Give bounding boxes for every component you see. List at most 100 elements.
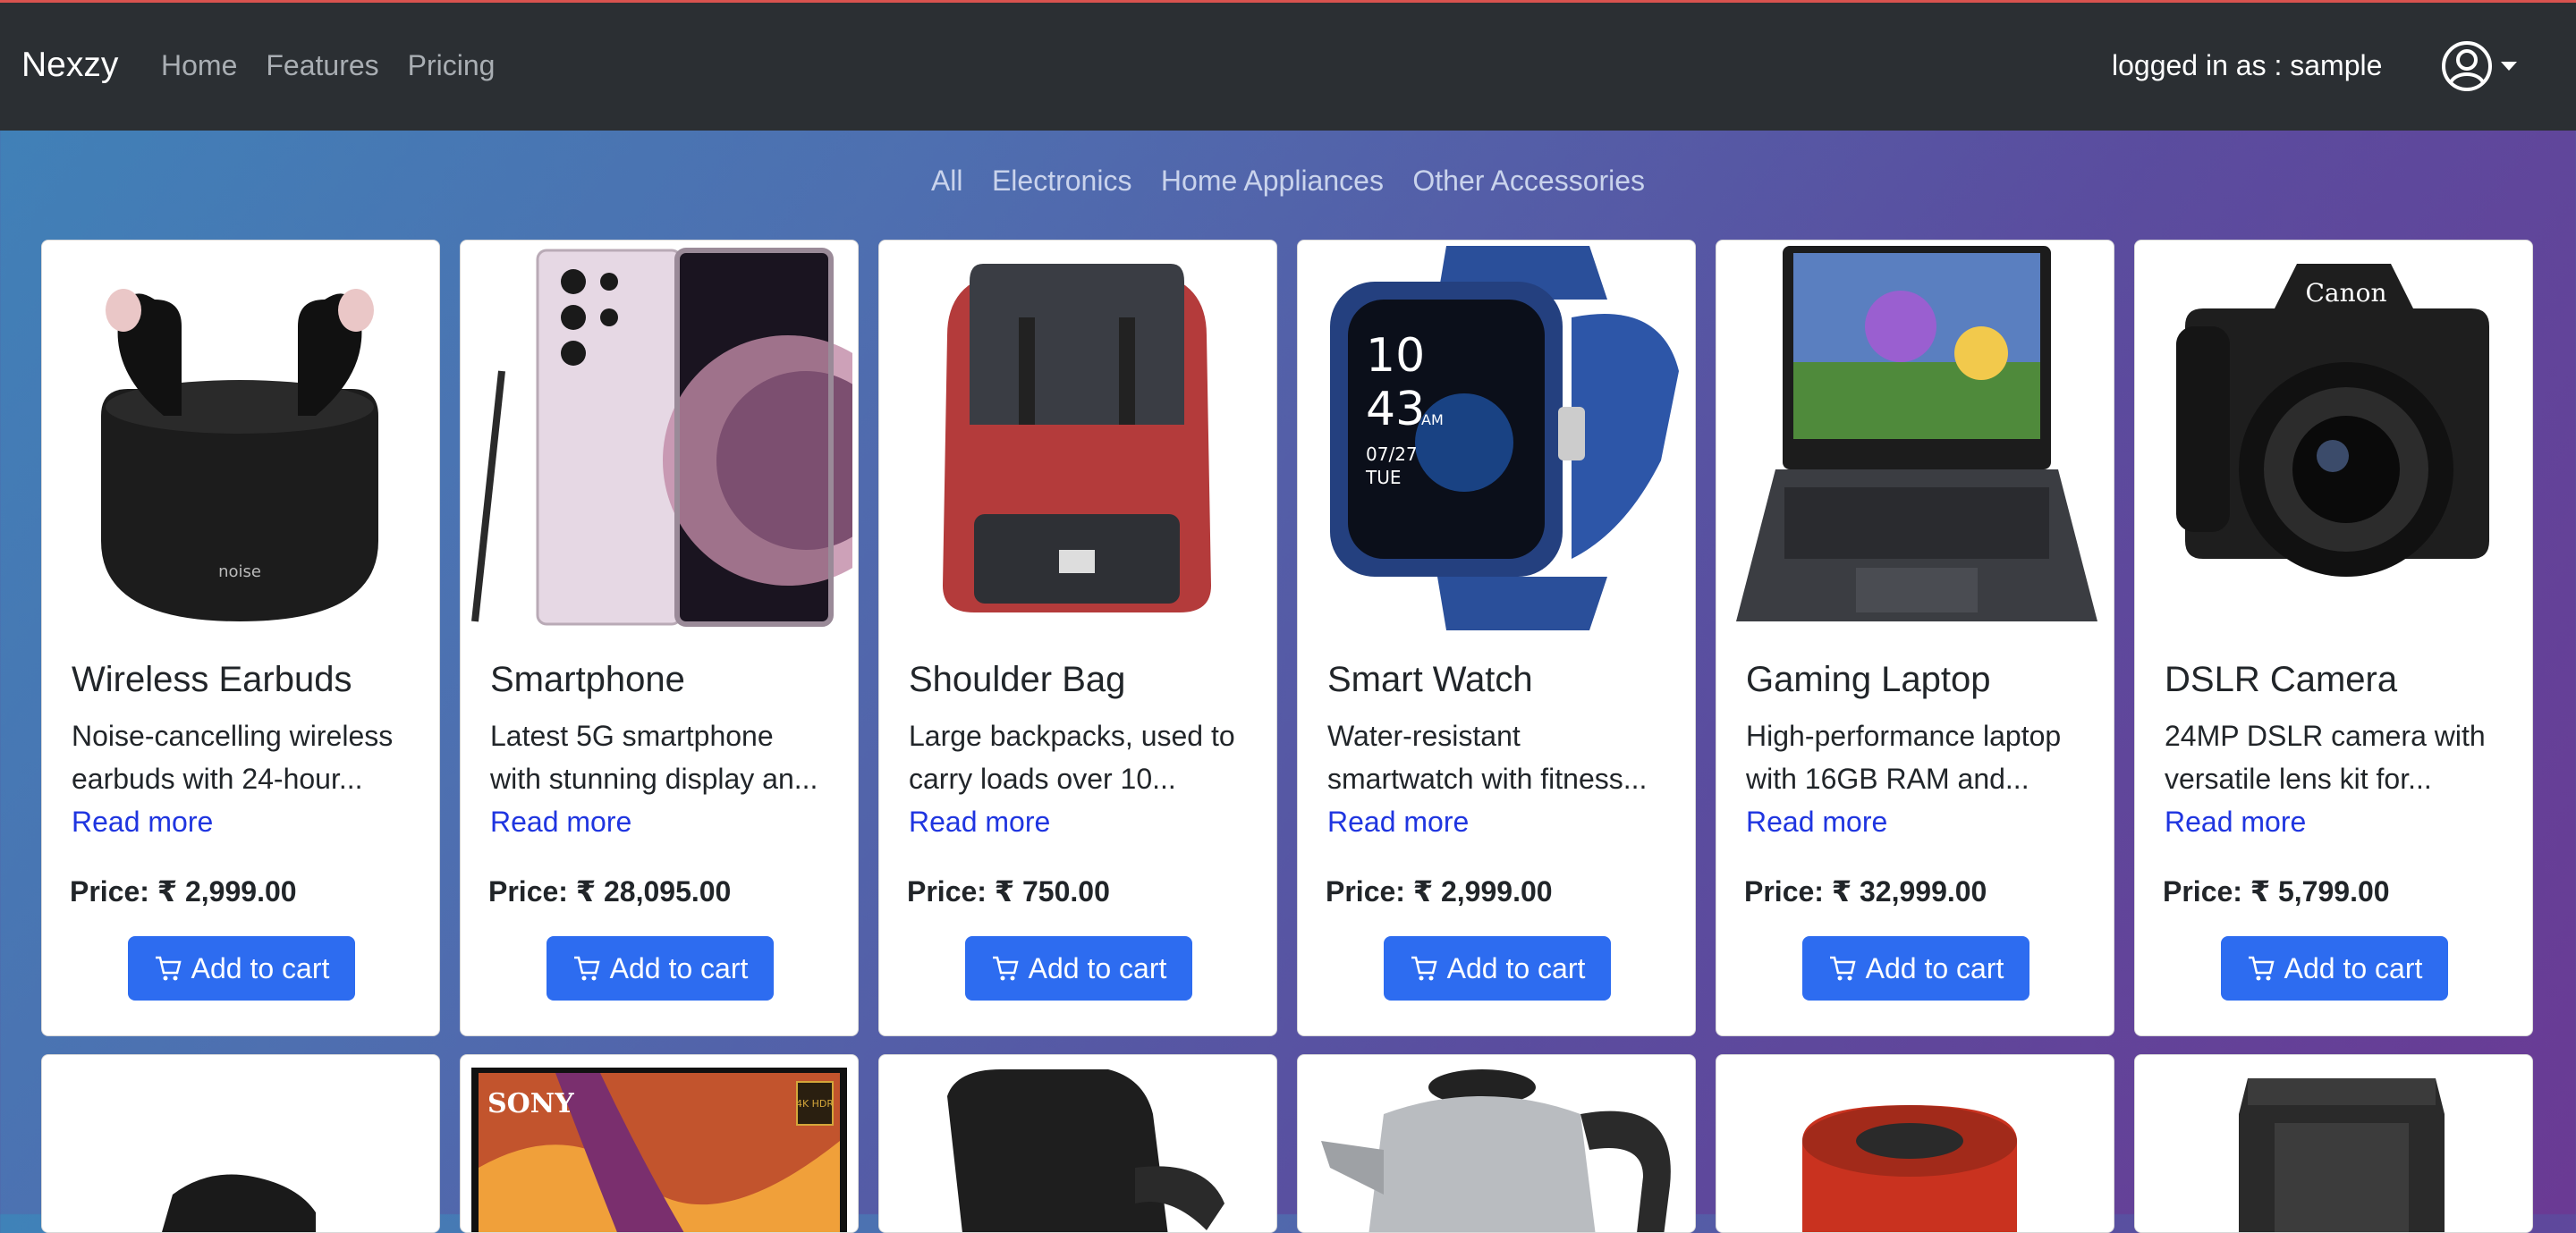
nav-link-pricing[interactable]: Pricing — [408, 44, 496, 87]
product-card-tv: SONY 4K HDR — [460, 1054, 859, 1233]
read-more-link[interactable]: Read more — [490, 800, 631, 843]
product-card-kettle — [1297, 1054, 1696, 1233]
description-line-2: smartwatch with fitness... — [1327, 763, 1648, 795]
product-card-smart-watch: 10 43 AM 07/27 TUE Smart Watch Water-res… — [1297, 240, 1696, 1036]
product-price: Price: ₹ 32,999.00 — [1744, 875, 1987, 908]
product-description: Noise-cancelling wireless earbuds with 2… — [72, 714, 420, 800]
product-image-office-chair[interactable] — [885, 1060, 1271, 1232]
read-more-link[interactable]: Read more — [1746, 800, 1887, 843]
navbar: Nexzy Home Features Pricing logged in as… — [0, 3, 2576, 131]
product-image-smart-watch[interactable]: 10 43 AM 07/27 TUE — [1303, 246, 1690, 630]
description-line-2: with stunning display an... — [490, 763, 818, 795]
camera-brand-text: Canon — [2305, 278, 2386, 308]
description-line-1: Water-resistant — [1327, 720, 1521, 752]
product-image-gaming-laptop[interactable] — [1722, 246, 2108, 630]
product-title: Wireless Earbuds — [72, 660, 352, 699]
product-price: Price: ₹ 2,999.00 — [70, 875, 297, 908]
read-more-link[interactable]: Read more — [72, 800, 213, 843]
product-title: Smartphone — [490, 660, 685, 699]
user-circle-icon — [2442, 41, 2492, 91]
read-more-link[interactable]: Read more — [909, 800, 1050, 843]
watch-minute-text: 43 — [1366, 383, 1425, 436]
product-price: Price: ₹ 28,095.00 — [488, 875, 732, 908]
read-more-link[interactable]: Read more — [2165, 800, 2306, 843]
tv-brand-text: SONY — [487, 1088, 574, 1119]
product-card-speaker — [1716, 1054, 2114, 1233]
product-price: Price: ₹ 2,999.00 — [1326, 875, 1553, 908]
description-line-1: 24MP DSLR camera with — [2165, 720, 2486, 752]
description-line-1: Noise-cancelling wireless — [72, 720, 394, 752]
product-image-dslr-camera[interactable]: Canon — [2140, 246, 2527, 630]
watch-ampm-text: AM — [1421, 411, 1444, 428]
cart-icon — [992, 956, 1019, 981]
add-to-cart-label: Add to cart — [1028, 951, 1167, 984]
product-card-shoulder-bag: Shoulder Bag Large backpacks, used to ca… — [878, 240, 1277, 1036]
earbuds-brand-text: noise — [218, 562, 261, 581]
filter-other-accessories[interactable]: Other Accessories — [1412, 161, 1645, 200]
product-price: Price: ₹ 750.00 — [907, 875, 1110, 908]
product-title: Shoulder Bag — [909, 660, 1126, 699]
nav-link-home[interactable]: Home — [161, 44, 237, 87]
add-to-cart-button[interactable]: Add to cart — [2221, 936, 2448, 1001]
watch-hour-text: 10 — [1366, 329, 1425, 383]
add-to-cart-button[interactable]: Add to cart — [128, 936, 355, 1001]
add-to-cart-button[interactable]: Add to cart — [547, 936, 774, 1001]
cart-icon — [573, 956, 600, 981]
product-description: 24MP DSLR camera with versatile lens kit… — [2165, 714, 2513, 800]
product-card-gaming-laptop: Gaming Laptop High-performance laptop wi… — [1716, 240, 2114, 1036]
filter-home-appliances[interactable]: Home Appliances — [1161, 161, 1384, 200]
product-card-coffee-maker — [2134, 1054, 2533, 1233]
brand-logo[interactable]: Nexzy — [21, 44, 118, 87]
watch-date-text: 07/27 — [1366, 443, 1418, 465]
product-image-shoes[interactable] — [47, 1060, 434, 1232]
cart-icon — [2248, 956, 2275, 981]
description-line-1: Latest 5G smartphone — [490, 720, 774, 752]
nav-link-features[interactable]: Features — [266, 44, 378, 87]
product-price: Price: ₹ 5,799.00 — [2163, 875, 2390, 908]
add-to-cart-label: Add to cart — [609, 951, 749, 984]
add-to-cart-label: Add to cart — [2284, 951, 2423, 984]
product-image-smartphone[interactable] — [466, 246, 852, 630]
description-line-2: with 16GB RAM and... — [1746, 763, 2029, 795]
add-to-cart-button[interactable]: Add to cart — [965, 936, 1192, 1001]
product-card-office-chair — [878, 1054, 1277, 1233]
nav-links: Home Features Pricing — [161, 44, 495, 87]
description-line-1: High-performance laptop — [1746, 720, 2062, 752]
add-to-cart-button[interactable]: Add to cart — [1384, 936, 1611, 1001]
filter-all[interactable]: All — [931, 161, 963, 200]
product-description: Water-resistant smartwatch with fitness.… — [1327, 714, 1676, 800]
category-filters: All Electronics Home Appliances Other Ac… — [0, 161, 2576, 200]
filter-electronics[interactable]: Electronics — [992, 161, 1132, 200]
product-description: High-performance laptop with 16GB RAM an… — [1746, 714, 2095, 800]
description-line-2: earbuds with 24-hour... — [72, 763, 363, 795]
cart-icon — [155, 956, 182, 981]
add-to-cart-label: Add to cart — [191, 951, 330, 984]
description-line-2: carry loads over 10... — [909, 763, 1176, 795]
description-line-1: Large backpacks, used to — [909, 720, 1235, 752]
logged-in-user-text: logged in as : sample — [2112, 49, 2383, 81]
chevron-down-icon — [2501, 62, 2517, 71]
add-to-cart-label: Add to cart — [1865, 951, 2004, 984]
product-card-dslr-camera: Canon DSLR Camera 24MP DSLR camera with … — [2134, 240, 2533, 1036]
product-image-tv[interactable]: SONY 4K HDR — [466, 1060, 852, 1232]
description-line-2: versatile lens kit for... — [2165, 763, 2432, 795]
product-description: Large backpacks, used to carry loads ove… — [909, 714, 1258, 800]
product-image-kettle[interactable] — [1303, 1060, 1690, 1232]
cart-icon — [1411, 956, 1437, 981]
product-image-coffee-maker[interactable] — [2140, 1060, 2527, 1232]
product-description: Latest 5G smartphone with stunning displ… — [490, 714, 839, 800]
watch-day-text: TUE — [1365, 467, 1402, 488]
product-image-speaker[interactable] — [1722, 1060, 2108, 1232]
product-title: Gaming Laptop — [1746, 660, 1991, 699]
cart-icon — [1829, 956, 1856, 981]
product-image-earbuds[interactable]: noise — [47, 246, 434, 630]
tv-badge-text: 4K HDR — [796, 1098, 834, 1110]
product-image-shoulder-bag[interactable] — [885, 246, 1271, 630]
product-title: Smart Watch — [1327, 660, 1533, 699]
read-more-link[interactable]: Read more — [1327, 800, 1469, 843]
add-to-cart-button[interactable]: Add to cart — [1802, 936, 2029, 1001]
product-card-smartphone: Smartphone Latest 5G smartphone with stu… — [460, 240, 859, 1036]
product-card-shoes — [41, 1054, 440, 1233]
user-menu-dropdown[interactable] — [2440, 39, 2522, 93]
product-card-earbuds: noise Wireless Earbuds Noise-cancelling … — [41, 240, 440, 1036]
